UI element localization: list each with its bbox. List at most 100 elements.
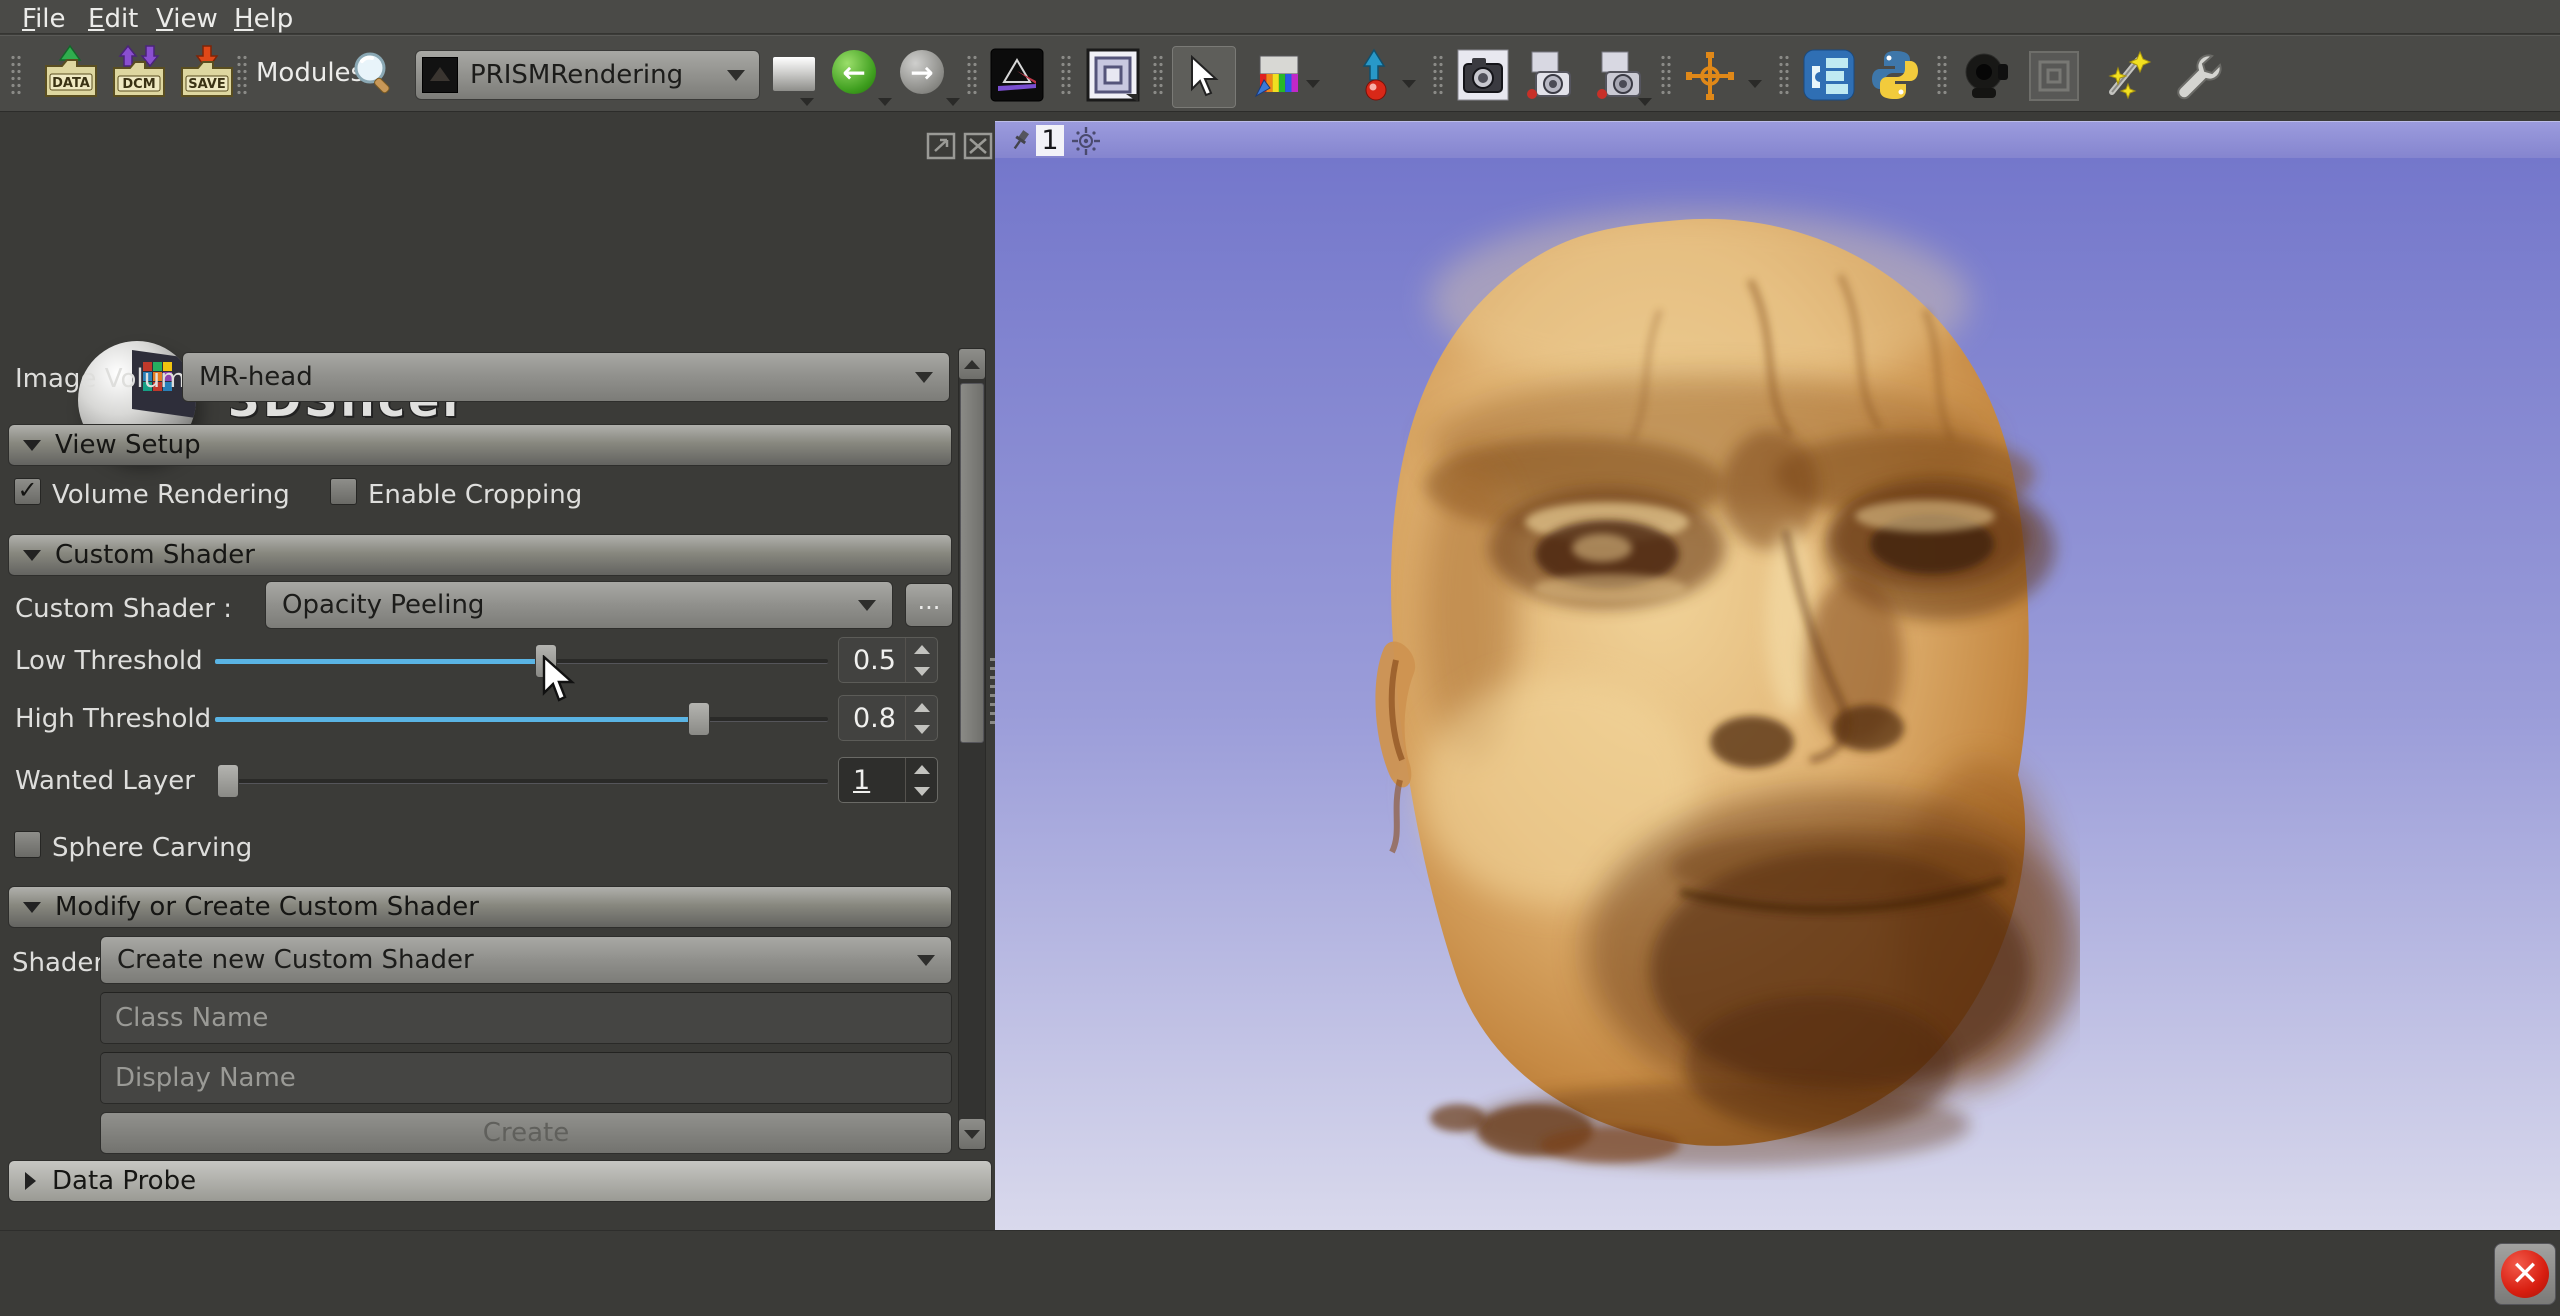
spin-up-button[interactable]: [906, 638, 937, 660]
custom-shader-title: Custom Shader: [55, 540, 255, 570]
shader-options-button[interactable]: ...: [905, 583, 953, 627]
scene-view-restore-button[interactable]: [1592, 48, 1648, 104]
toolbar-grip[interactable]: [966, 54, 978, 96]
capture-button[interactable]: [1958, 48, 2014, 104]
pin-icon[interactable]: [1007, 127, 1033, 153]
markups-dropdown-arrow[interactable]: [1402, 80, 1416, 88]
scrollbar-up-arrow[interactable]: [959, 349, 985, 379]
forward-dropdown-arrow[interactable]: [946, 98, 960, 106]
python-console-button[interactable]: [1868, 48, 1922, 102]
sphere-carving-checkbox[interactable]: ✓: [14, 831, 41, 858]
toolbar-grip[interactable]: [1432, 54, 1444, 96]
save-button[interactable]: SAVE: [176, 44, 238, 106]
magic-wand-button[interactable]: [2098, 48, 2152, 102]
module-search-button[interactable]: [348, 48, 400, 100]
markups-icon: [1352, 48, 1396, 102]
markups-button[interactable]: [1352, 48, 1396, 102]
data-probe-header[interactable]: Data Probe: [8, 1160, 992, 1202]
shader-selector[interactable]: Create new Custom Shader: [100, 936, 952, 984]
wanted-layer-value[interactable]: 1: [839, 758, 905, 802]
high-threshold-value[interactable]: 0.8: [839, 696, 905, 740]
scrollbar-down-arrow[interactable]: [959, 1119, 985, 1149]
layout-selector-button[interactable]: [1086, 48, 1140, 102]
view-setup-header[interactable]: View Setup: [8, 424, 952, 466]
slider-handle[interactable]: [535, 644, 557, 678]
history-icon: [772, 56, 816, 92]
module-history-button[interactable]: [772, 56, 816, 92]
high-threshold-spinbox[interactable]: 0.8: [838, 695, 938, 741]
crosshair-dropdown-arrow[interactable]: [1748, 80, 1762, 88]
layout-disabled-button: [2028, 50, 2080, 102]
custom-shader-header[interactable]: Custom Shader: [8, 534, 952, 576]
extensions-manager-button[interactable]: [1802, 48, 1856, 102]
slider-handle[interactable]: [217, 764, 239, 798]
scene-view-button[interactable]: [1522, 48, 1578, 104]
spin-down-button[interactable]: [906, 718, 937, 740]
panel-close-icon[interactable]: [962, 131, 996, 161]
module-thumbnail-icon: [422, 57, 458, 93]
modules-selector[interactable]: PRISMRendering: [415, 50, 760, 100]
scrollbar-thumb[interactable]: [960, 383, 984, 743]
panel-popout-icon[interactable]: [925, 131, 959, 161]
toolbar-grip[interactable]: [10, 54, 22, 96]
crosshair-button[interactable]: [1684, 50, 1736, 102]
high-threshold-label: High Threshold: [15, 704, 211, 734]
low-threshold-spinbox[interactable]: 0.5: [838, 637, 938, 683]
custom-shader-label: Custom Shader :: [15, 594, 232, 624]
spin-down-button[interactable]: [906, 660, 937, 682]
low-threshold-slider[interactable]: [215, 659, 828, 664]
load-data-icon: DATA: [40, 44, 102, 106]
error-log-button[interactable]: ✕: [2494, 1243, 2556, 1305]
high-threshold-slider[interactable]: [215, 717, 828, 722]
toolbar-grip[interactable]: [1660, 54, 1672, 96]
wanted-layer-spinbox[interactable]: 1: [838, 757, 938, 803]
load-data-button[interactable]: DATA: [40, 44, 102, 106]
panel-scrollbar[interactable]: [958, 348, 986, 1150]
settings-wrench-button[interactable]: [2168, 48, 2222, 102]
volume-render-canvas[interactable]: [995, 158, 2560, 1230]
modify-create-header[interactable]: Modify or Create Custom Shader: [8, 886, 952, 928]
spin-up-button[interactable]: [906, 758, 937, 780]
spin-down-button[interactable]: [906, 780, 937, 802]
slider-handle[interactable]: [688, 702, 710, 736]
prism-icon: [990, 48, 1044, 102]
display-name-input[interactable]: [100, 1052, 952, 1104]
back-dropdown-arrow[interactable]: [878, 98, 892, 106]
class-name-input[interactable]: [100, 992, 952, 1044]
volume-rendering-colors-button[interactable]: [1254, 54, 1300, 98]
menu-view[interactable]: View: [150, 3, 224, 35]
view-crosshair-icon[interactable]: [1071, 126, 1101, 156]
dicom-icon: DCM: [108, 44, 170, 106]
screenshot-button[interactable]: [1456, 48, 1510, 102]
import-dicom-button[interactable]: DCM: [108, 44, 170, 106]
menu-edit[interactable]: Edit: [82, 3, 144, 35]
custom-shader-selector[interactable]: Opacity Peeling: [265, 581, 893, 629]
toolbar-grip[interactable]: [236, 54, 248, 96]
volume-rendering-checkbox[interactable]: ✓: [14, 478, 41, 505]
prism-module-button[interactable]: [990, 48, 1044, 102]
menu-file[interactable]: File: [16, 3, 72, 35]
forward-button[interactable]: →: [900, 50, 944, 94]
back-button[interactable]: ←: [832, 50, 876, 94]
mouse-interaction-button[interactable]: [1172, 46, 1236, 108]
toolbar-grip[interactable]: [1936, 54, 1948, 96]
low-threshold-value[interactable]: 0.5: [839, 638, 905, 682]
data-probe-title: Data Probe: [52, 1166, 196, 1196]
colors-dropdown-arrow[interactable]: [1306, 80, 1320, 88]
layout-icon: [1086, 48, 1140, 102]
image-volume-selector[interactable]: MR-head: [182, 352, 950, 402]
menu-help[interactable]: Help: [228, 3, 299, 35]
enable-cropping-checkbox[interactable]: ✓: [330, 478, 357, 505]
search-icon: [348, 48, 400, 100]
history-dropdown-arrow[interactable]: [800, 98, 814, 106]
create-button[interactable]: Create: [100, 1112, 952, 1154]
toolbar-grip[interactable]: [1778, 54, 1790, 96]
toolbar-grip[interactable]: [1060, 54, 1072, 96]
wanted-layer-slider[interactable]: [222, 779, 828, 784]
toolbar-grip[interactable]: [1152, 54, 1164, 96]
spin-up-button[interactable]: [906, 696, 937, 718]
status-bar: ✕: [0, 1230, 2560, 1316]
custom-shader-value: Opacity Peeling: [282, 590, 858, 620]
python-icon: [1868, 48, 1922, 102]
scene-view-dropdown-arrow[interactable]: [1638, 98, 1652, 106]
